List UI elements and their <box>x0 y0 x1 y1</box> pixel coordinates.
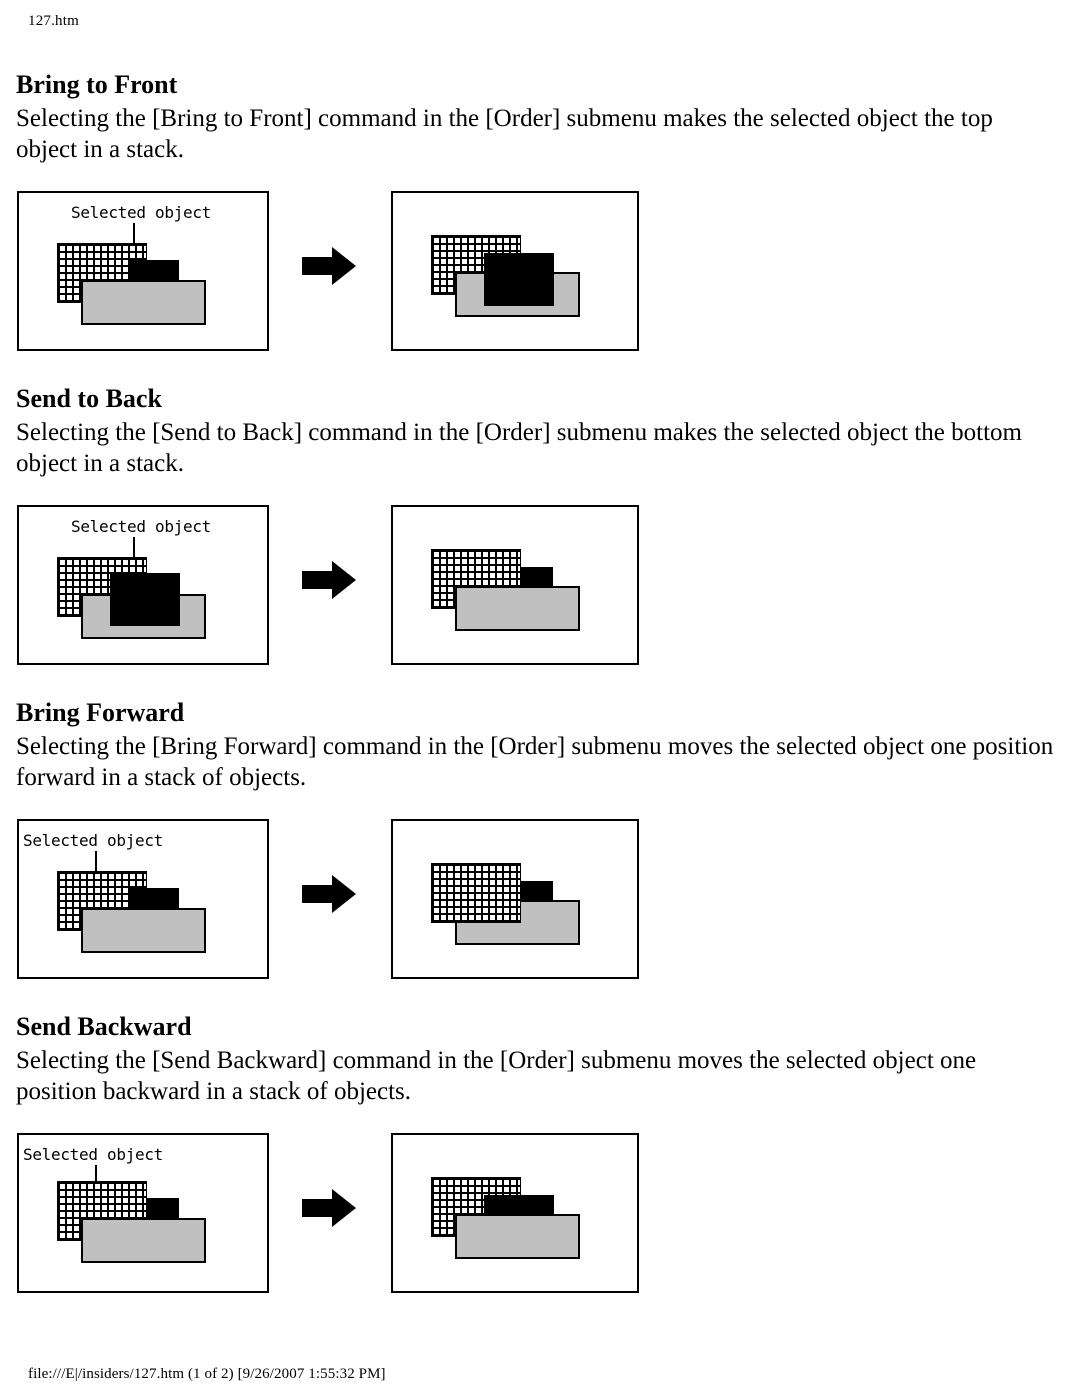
gray-object <box>455 1214 580 1259</box>
section-body: Selecting the [Send to Back] command in … <box>16 419 1022 477</box>
section-bring-to-front: Bring to Front Selecting the [Bring to F… <box>16 70 1064 354</box>
selected-object-label: Selected object <box>23 831 163 850</box>
section-title: Send to Back <box>16 384 162 413</box>
document-page: 127.htm Bring to Front Selecting the [Br… <box>0 0 1080 1397</box>
arrow-right-icon <box>302 875 356 913</box>
figure-send-backward: Selected object <box>16 1133 1064 1296</box>
section-title: Bring to Front <box>16 70 178 99</box>
figure-panel-before: Selected object <box>17 819 269 979</box>
figure-panel-before: Selected object <box>17 505 269 665</box>
black-object <box>110 573 180 626</box>
section-body: Selecting the [Bring Forward] command in… <box>16 733 1054 791</box>
figure-panel-after <box>391 505 639 665</box>
selected-object-label: Selected object <box>71 517 211 536</box>
section-body: Selecting the [Send Backward] command in… <box>16 1047 977 1105</box>
transform-arrow <box>298 557 360 603</box>
document-content: Bring to Front Selecting the [Bring to F… <box>16 70 1064 1326</box>
figure-panel-after <box>391 819 639 979</box>
transform-arrow <box>298 1185 360 1231</box>
gray-object <box>81 280 206 325</box>
figure-panel-after <box>391 1133 639 1293</box>
section-title: Send Backward <box>16 1012 192 1041</box>
transform-arrow <box>298 243 360 289</box>
section-send-to-back: Send to Back Selecting the [Send to Back… <box>16 384 1064 668</box>
grid-object <box>431 863 521 923</box>
gray-object <box>81 908 206 953</box>
section-body: Selecting the [Bring to Front] command i… <box>16 105 993 163</box>
figure-bring-forward: Selected object <box>16 819 1064 982</box>
arrow-right-icon <box>302 1189 356 1227</box>
section-send-backward: Send Backward Selecting the [Send Backwa… <box>16 1012 1064 1296</box>
figure-bring-to-front: Selected object <box>16 191 1064 354</box>
figure-panel-before: Selected object <box>17 1133 269 1293</box>
selected-object-label: Selected object <box>71 203 211 222</box>
figure-panel-after <box>391 191 639 351</box>
gray-object <box>81 1218 206 1263</box>
arrow-right-icon <box>302 247 356 285</box>
figure-send-to-back: Selected object <box>16 505 1064 668</box>
figure-panel-before: Selected object <box>17 191 269 351</box>
page-footer-path: file:///E|/insiders/127.htm (1 of 2) [9/… <box>28 1366 386 1382</box>
arrow-right-icon <box>302 561 356 599</box>
black-object <box>484 253 554 306</box>
page-header-filename: 127.htm <box>28 13 79 29</box>
section-bring-forward: Bring Forward Selecting the [Bring Forwa… <box>16 698 1064 982</box>
transform-arrow <box>298 871 360 917</box>
gray-object <box>455 586 580 631</box>
selected-object-label: Selected object <box>23 1145 163 1164</box>
section-title: Bring Forward <box>16 698 185 727</box>
